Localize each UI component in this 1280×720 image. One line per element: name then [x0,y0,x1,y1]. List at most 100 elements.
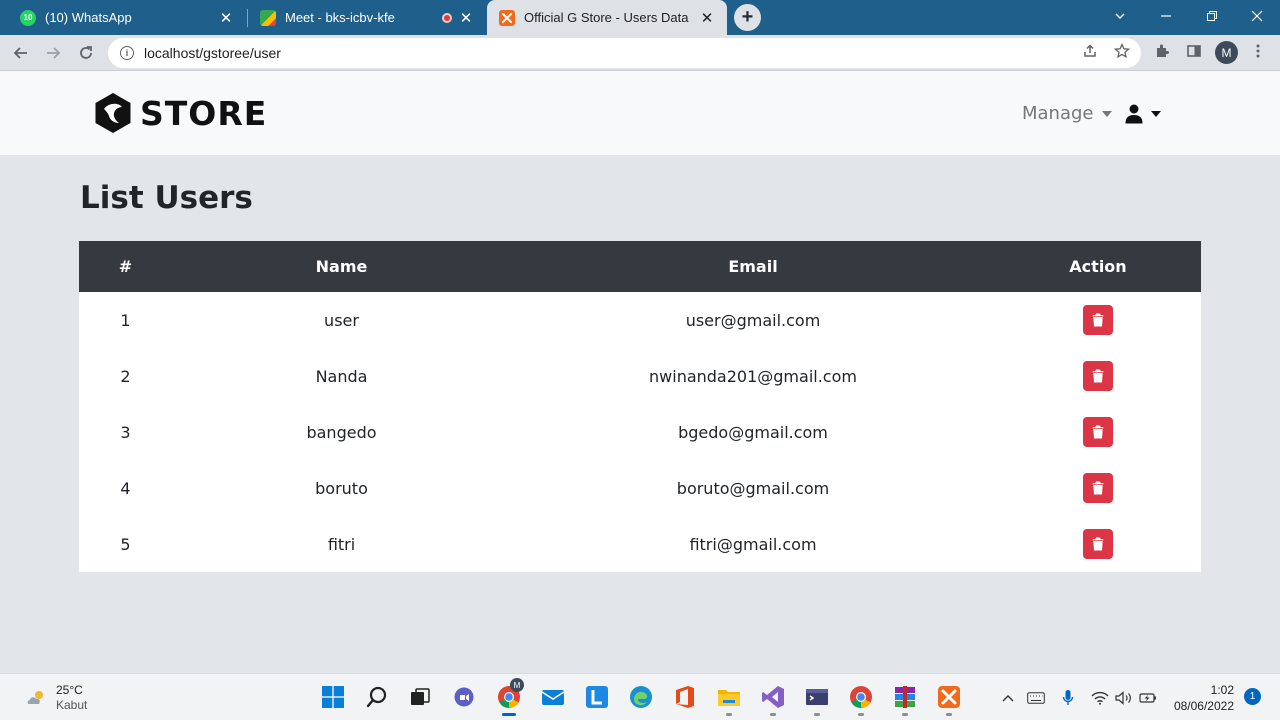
forward-icon[interactable] [41,41,65,65]
chrome-profile-icon[interactable]: M [496,678,524,710]
tab-title: Meet - bks-icbv-kfe [285,10,395,25]
battery-charging-icon[interactable] [1138,688,1158,708]
trash-icon [1092,313,1104,327]
address-bar[interactable]: i localhost/gstoree/user [108,38,1141,68]
delete-user-button[interactable] [1083,529,1113,559]
menu-kebab-icon[interactable] [1248,41,1268,61]
tab-meet[interactable]: Meet - bks-icbv-kfe ✕ [248,0,486,35]
user-dropdown[interactable] [1125,104,1161,124]
tab-title: Official G Store - Users Data [524,10,689,25]
close-window-icon[interactable] [1234,0,1280,32]
extensions-icon[interactable] [1152,41,1172,61]
bookmark-star-icon[interactable] [1112,41,1132,61]
cell-email: nwinanda201@gmail.com [649,366,857,386]
wifi-icon[interactable] [1090,688,1110,708]
close-icon[interactable]: ✕ [699,9,715,27]
cell-action [995,417,1201,447]
share-icon[interactable] [1080,41,1100,61]
xampp-taskbar-icon[interactable] [936,684,962,710]
running-indicator [814,713,820,716]
keyboard-icon[interactable] [1026,688,1046,708]
table-row: 1 user user@gmail.com [79,292,1201,348]
table-row: 2 Nanda nwinanda201@gmail.com [79,348,1201,404]
teams-chat-icon[interactable] [451,684,477,710]
cell-email: fitri@gmail.com [689,534,817,554]
header-number: # [118,257,133,276]
chrome-profile-badge: M [510,678,524,692]
brand-logo-link[interactable]: STORE [92,92,267,134]
cell-number: 5 [120,534,131,554]
running-indicator [502,713,516,716]
back-icon[interactable] [9,41,33,65]
page-title: List Users [80,180,253,216]
google-meet-icon [260,9,276,26]
tab-title: (10) WhatsApp [45,10,132,25]
minimize-icon[interactable] [1143,0,1189,32]
new-tab-button[interactable]: + [734,4,761,31]
chrome-icon[interactable] [848,684,874,710]
site-info-icon[interactable]: i [120,46,134,60]
close-icon[interactable]: ✕ [458,9,474,27]
cell-name: boruto [315,478,368,498]
running-indicator [726,713,732,716]
close-icon[interactable]: ✕ [218,9,234,27]
profile-avatar[interactable]: M [1215,41,1238,64]
visual-studio-icon[interactable] [760,684,786,710]
microphone-icon[interactable] [1058,688,1078,708]
delete-user-button[interactable] [1083,361,1113,391]
file-explorer-icon[interactable] [716,684,742,710]
manage-dropdown[interactable]: Manage [1022,103,1112,124]
running-indicator [902,713,908,716]
system-clock[interactable]: 1:02 08/06/2022 [1168,682,1234,714]
caret-down-icon [1151,111,1161,117]
task-view-icon[interactable] [407,684,433,710]
whatsapp-icon: 10 [20,9,36,26]
tab-search-icon[interactable] [1097,0,1143,32]
notification-badge[interactable]: 1 [1244,688,1261,705]
caret-down-icon [1101,110,1112,117]
browser-toolbar: i localhost/gstoree/user M [0,35,1280,71]
terminal-icon[interactable] [804,684,830,710]
table-row: 4 boruto boruto@gmail.com [79,460,1201,516]
weather-condition: Kabut [56,698,88,712]
side-panel-icon[interactable] [1184,41,1204,61]
edge-icon[interactable] [628,684,654,710]
windows-start-icon[interactable] [320,684,346,710]
user-icon [1125,104,1143,124]
tab-official-g-store[interactable]: Official G Store - Users Data ✕ [487,0,727,35]
winrar-icon[interactable] [892,684,918,710]
windows-taskbar: 25°C Kabut M 1:02 08/06/2022 1 [0,673,1280,720]
delete-user-button[interactable] [1083,305,1113,335]
tab-whatsapp[interactable]: 10 (10) WhatsApp ✕ [8,0,246,35]
cell-action [995,529,1201,559]
delete-user-button[interactable] [1083,417,1113,447]
show-hidden-icons-icon[interactable] [998,688,1018,708]
delete-user-button[interactable] [1083,473,1113,503]
weather-widget[interactable]: 25°C Kabut [26,683,87,713]
volume-icon[interactable] [1114,688,1134,708]
running-indicator [858,713,864,716]
cell-number: 2 [120,366,131,386]
clock-date: 08/06/2022 [1173,699,1234,713]
cell-email: boruto@gmail.com [676,478,830,498]
cell-action [995,473,1201,503]
store-logo-icon [95,93,131,133]
restore-icon[interactable] [1189,0,1235,32]
trash-icon [1092,537,1104,551]
table-header: # Name Email Action [79,241,1201,292]
running-indicator [946,713,952,716]
header-action: Action [1069,257,1127,276]
trash-icon [1092,481,1104,495]
clock-time: 1:02 [1210,683,1234,697]
cell-email: user@gmail.com [685,310,821,330]
app-l-icon[interactable] [584,684,610,710]
header-name: Name [315,257,368,276]
xampp-icon [499,9,515,26]
cell-number: 1 [120,310,131,330]
cell-name: Nanda [315,366,368,386]
manage-label: Manage [1022,103,1094,124]
reload-icon[interactable] [74,41,98,65]
search-icon[interactable] [364,684,390,710]
office-icon[interactable] [672,684,698,710]
mail-icon[interactable] [540,684,566,710]
